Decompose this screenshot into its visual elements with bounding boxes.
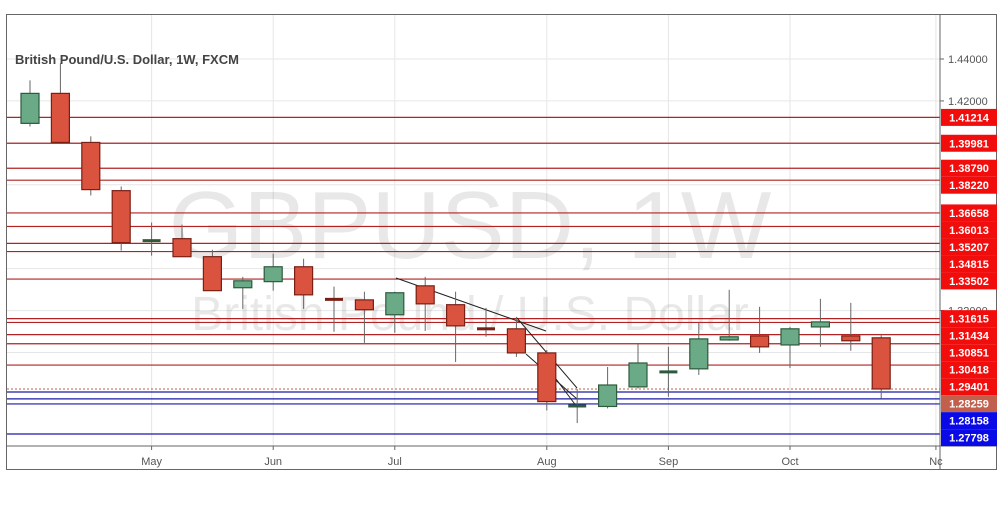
price-level-label: 1.27798 bbox=[949, 433, 989, 445]
candle-body-down bbox=[415, 285, 435, 305]
candle-body-down bbox=[111, 190, 131, 244]
price-level-label: 1.38220 bbox=[949, 180, 989, 192]
candle-body-up bbox=[719, 336, 739, 341]
time-tick-label: Nc bbox=[929, 456, 943, 468]
price-level-label: 1.28259 bbox=[949, 399, 989, 411]
candle-body-up bbox=[597, 384, 618, 408]
watermark-name: British Pound / U.S. Dollar bbox=[191, 288, 749, 341]
price-level-label: 1.39981 bbox=[949, 138, 989, 150]
candle-body-down bbox=[506, 328, 526, 354]
candle-body-up bbox=[780, 328, 800, 346]
price-level-label: 1.38790 bbox=[949, 163, 989, 175]
time-tick-label: Oct bbox=[781, 456, 798, 468]
time-tick-label: May bbox=[141, 456, 162, 468]
price-tick-label: 1.42000 bbox=[948, 96, 988, 108]
time-tick-label: Jun bbox=[264, 456, 282, 468]
price-level-label: 1.35207 bbox=[949, 242, 989, 254]
candle-body-up bbox=[233, 280, 253, 289]
candle-body-doji bbox=[568, 404, 587, 408]
candle-body-down bbox=[446, 304, 466, 327]
price-level-label: 1.29401 bbox=[949, 382, 989, 394]
candle-body-down bbox=[294, 266, 314, 296]
time-tick-label: Jul bbox=[388, 456, 402, 468]
candle-body-up bbox=[810, 321, 831, 328]
candle-body-down bbox=[871, 337, 891, 390]
candle-body-up bbox=[263, 266, 283, 283]
candle-body-up bbox=[385, 292, 405, 316]
chart-title: British Pound/U.S. Dollar, 1W, FXCM bbox=[15, 52, 239, 67]
time-tick-label: Aug bbox=[537, 456, 557, 468]
candle-body-down bbox=[81, 141, 101, 191]
price-level-label: 1.30851 bbox=[949, 348, 989, 360]
candle-body-up bbox=[689, 338, 709, 370]
trend-line bbox=[552, 374, 578, 408]
price-level-label: 1.41214 bbox=[949, 112, 990, 124]
candle-body-down bbox=[841, 335, 861, 342]
candlestick-chart[interactable]: GBPUSD, 1W British Pound / U.S. Dollar 1.4… bbox=[0, 0, 1002, 508]
candle-body-down bbox=[202, 256, 222, 292]
price-level-label: 1.33502 bbox=[949, 276, 989, 288]
candle-body-down bbox=[749, 335, 770, 348]
price-level-label: 1.36658 bbox=[949, 208, 989, 220]
candle-body-doji bbox=[477, 327, 495, 331]
candle-body-doji bbox=[142, 239, 161, 243]
time-tick-label: Sep bbox=[659, 456, 679, 468]
price-tick-label: 1.44000 bbox=[948, 54, 988, 66]
price-level-label: 1.31615 bbox=[949, 314, 989, 326]
candle-body-up bbox=[628, 362, 648, 388]
watermark-symbol: GBPUSD, 1W bbox=[169, 172, 772, 279]
price-level-label: 1.28158 bbox=[949, 416, 989, 428]
candle-body-doji bbox=[325, 297, 343, 301]
price-level-label: 1.34815 bbox=[949, 259, 989, 271]
price-level-label: 1.31434 bbox=[949, 331, 990, 343]
candle-body-down bbox=[354, 299, 374, 311]
candle-body-down bbox=[172, 238, 192, 258]
candle-body-down bbox=[537, 352, 557, 403]
price-level-label: 1.36013 bbox=[949, 225, 989, 237]
candle-body-doji bbox=[659, 370, 678, 374]
price-level-label: 1.30418 bbox=[949, 365, 989, 377]
candle-body-down bbox=[50, 92, 71, 144]
candle-body-up bbox=[20, 92, 40, 124]
